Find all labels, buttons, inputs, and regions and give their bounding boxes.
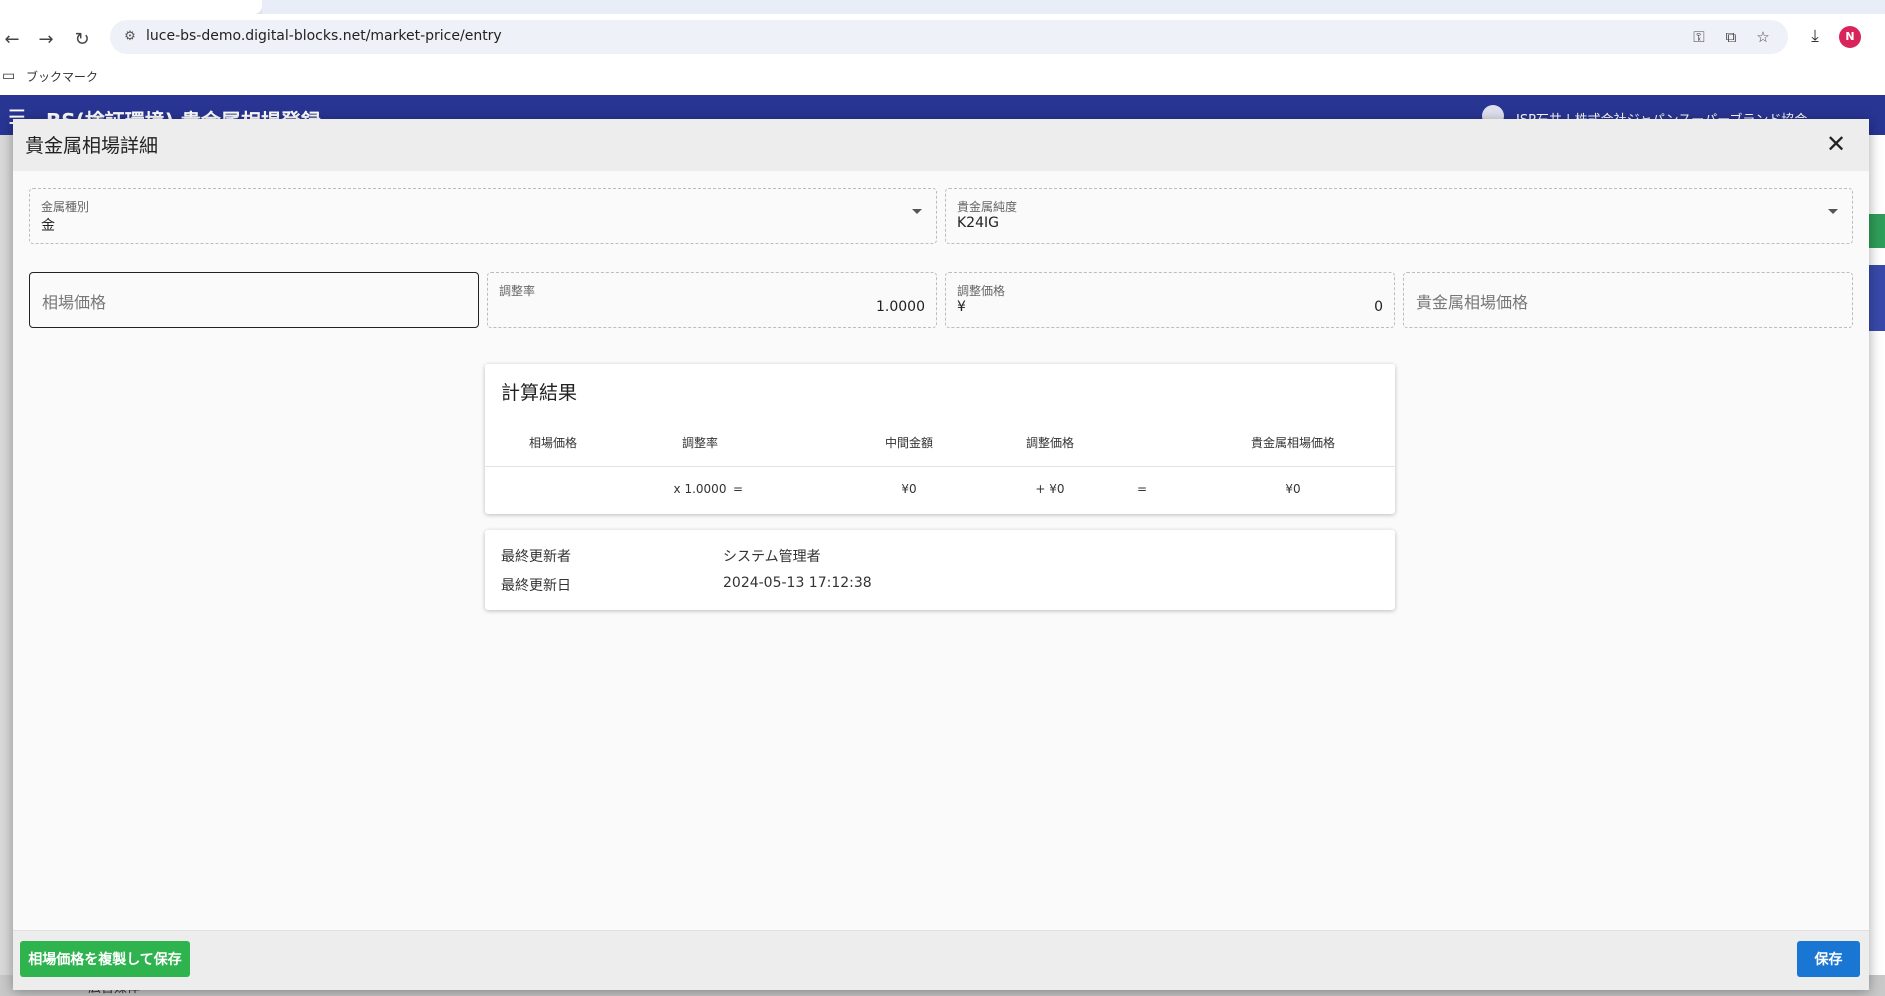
- chevron-down-icon[interactable]: [1828, 209, 1838, 214]
- forward-arrow-icon[interactable]: →: [34, 28, 58, 52]
- adjust-price-label: 調整価格: [957, 284, 1006, 298]
- metal-type-label: 金属種別: [41, 200, 90, 214]
- calc-header-adjust-price: 調整価格: [1025, 436, 1074, 450]
- calc-divider: [485, 466, 1395, 467]
- calc-value-result: ¥0: [1285, 482, 1301, 496]
- save-button[interactable]: 保存: [1797, 941, 1860, 977]
- metal-type-select[interactable]: 金属種別 金: [29, 188, 937, 244]
- detail-dialog: 貴金属相場詳細 ✕ 金属種別 金 貴金属純度 K24IG 相場価格 調整率 1.…: [13, 119, 1869, 990]
- dialog-footer: 相場価格を複製して保存 保存: [13, 930, 1869, 990]
- adjust-price-prefix: ¥: [957, 299, 966, 315]
- dialog-title: 貴金属相場詳細: [25, 135, 159, 157]
- browser-tab-strip: [0, 0, 1885, 14]
- update-info-card: 最終更新者 システム管理者 最終更新日 2024-05-13 17:12:38: [485, 530, 1395, 610]
- metal-market-price-placeholder: 貴金属相場価格: [1416, 293, 1529, 312]
- purity-value: K24IG: [957, 215, 999, 231]
- calc-value-adjust-price: + ¥0: [1035, 482, 1065, 496]
- calc-value-intermediate: ¥0: [901, 482, 917, 496]
- address-bar[interactable]: ⚙ luce-bs-demo.digital-blocks.net/market…: [110, 20, 1788, 54]
- updated-at-label: 最終更新日: [501, 578, 571, 594]
- calc-header-market-price: 相場価格: [528, 436, 577, 450]
- chevron-down-icon[interactable]: [912, 209, 922, 214]
- browser-toolbar: ← → ↻ ⚙ luce-bs-demo.digital-blocks.net/…: [0, 14, 1885, 60]
- calc-header-result: 貴金属相場価格: [1250, 436, 1335, 450]
- market-price-placeholder: 相場価格: [42, 293, 107, 312]
- metal-market-price-input[interactable]: 貴金属相場価格: [1403, 272, 1853, 328]
- calc-header-adjust-rate: 調整率: [681, 436, 718, 450]
- purity-select[interactable]: 貴金属純度 K24IG: [945, 188, 1853, 244]
- adjust-rate-label: 調整率: [499, 284, 536, 298]
- updated-by-label: 最終更新者: [501, 549, 571, 565]
- bookmarks-label[interactable]: ブックマーク: [26, 68, 98, 85]
- background-sidebar: [0, 135, 14, 996]
- site-info-icon[interactable]: ⚙: [120, 27, 140, 47]
- purity-label: 貴金属純度: [957, 200, 1018, 214]
- close-icon[interactable]: ✕: [1822, 130, 1850, 158]
- calc-result-card: 計算結果 相場価格 調整率 中間金額 調整価格 貴金属相場価格 x 1.0000…: [485, 364, 1395, 514]
- adjust-rate-value: 1.0000: [876, 299, 925, 315]
- adjust-price-input[interactable]: 調整価格 ¥ 0: [945, 272, 1395, 328]
- browser-tab-inactive[interactable]: [262, 0, 1885, 14]
- dialog-header: 貴金属相場詳細 ✕: [13, 119, 1869, 171]
- copy-and-save-button[interactable]: 相場価格を複製して保存: [20, 941, 190, 977]
- key-icon[interactable]: ⚿: [1688, 26, 1710, 48]
- metal-type-value: 金: [41, 218, 55, 234]
- bookmarks-bar: ▭ ブックマーク: [0, 60, 1885, 95]
- profile-avatar[interactable]: N: [1839, 26, 1861, 48]
- reload-icon[interactable]: ↻: [70, 28, 94, 52]
- browser-tab-active[interactable]: [0, 0, 262, 14]
- adjust-rate-input[interactable]: 調整率 1.0000: [487, 272, 937, 328]
- download-icon[interactable]: ⤓: [1804, 25, 1826, 47]
- calc-equals-1: =: [732, 482, 744, 496]
- calc-title: 計算結果: [501, 382, 578, 404]
- adjust-price-value: 0: [1374, 299, 1383, 315]
- updated-at-value: 2024-05-13 17:12:38: [723, 575, 872, 591]
- calc-header-intermediate: 中間金額: [884, 436, 933, 450]
- url-text[interactable]: luce-bs-demo.digital-blocks.net/market-p…: [146, 28, 502, 44]
- folder-icon[interactable]: ▭: [2, 68, 20, 84]
- market-price-input[interactable]: 相場価格: [29, 272, 479, 328]
- open-external-icon[interactable]: ⧉: [1720, 26, 1742, 48]
- updated-by-value: システム管理者: [723, 549, 821, 565]
- star-icon[interactable]: ☆: [1752, 26, 1774, 48]
- calc-equals-2: =: [1136, 482, 1148, 496]
- back-arrow-icon[interactable]: ←: [0, 28, 24, 52]
